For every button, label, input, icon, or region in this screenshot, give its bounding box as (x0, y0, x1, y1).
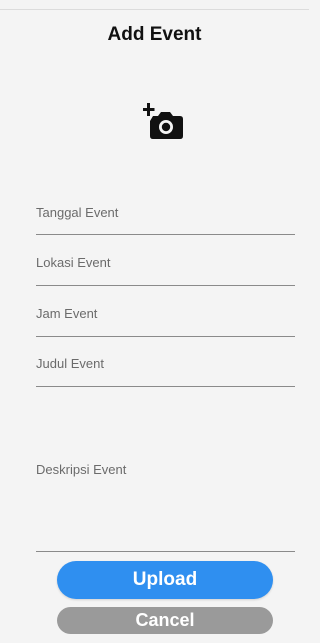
judul-event-field[interactable] (36, 355, 295, 387)
lokasi-event-input[interactable] (36, 255, 295, 270)
tanggal-event-input[interactable] (36, 205, 295, 220)
judul-event-underline (36, 386, 295, 387)
add-a-photo-icon (143, 103, 183, 139)
lokasi-event-underline (36, 285, 295, 286)
page-title: Add Event (107, 24, 202, 45)
jam-event-field[interactable] (36, 305, 295, 337)
tanggal-event-underline (36, 234, 295, 235)
jam-event-input[interactable] (36, 306, 295, 321)
tanggal-event-field[interactable] (36, 204, 295, 236)
top-divider (0, 9, 309, 10)
lokasi-event-field[interactable] (36, 254, 295, 286)
add-photo-button[interactable] (143, 100, 189, 142)
judul-event-input[interactable] (36, 356, 295, 371)
cancel-button[interactable]: Cancel (57, 607, 273, 634)
upload-button[interactable]: Upload (57, 561, 273, 599)
deskripsi-event-field[interactable] (36, 462, 295, 552)
jam-event-underline (36, 336, 295, 337)
deskripsi-event-underline (36, 551, 295, 552)
deskripsi-event-input[interactable] (36, 462, 295, 542)
